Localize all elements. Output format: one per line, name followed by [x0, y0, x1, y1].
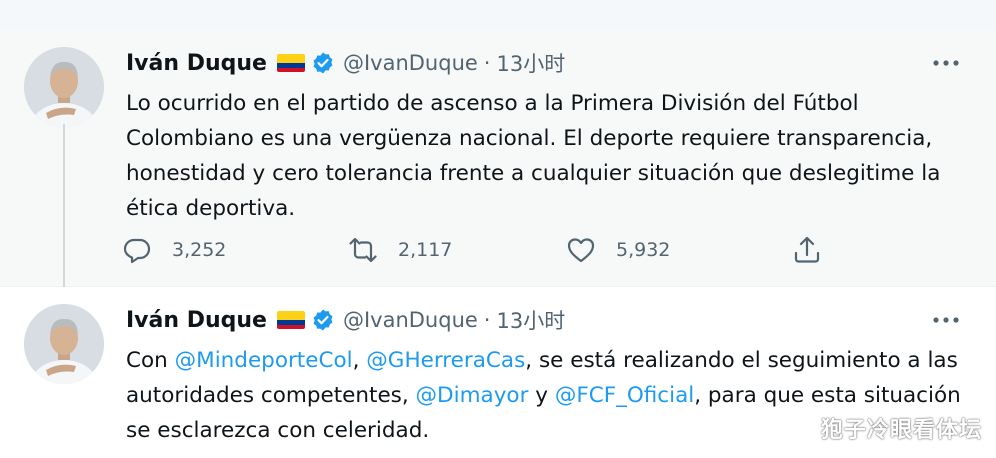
author-name[interactable]: Iván Duque — [126, 308, 267, 333]
tweet-text: Lo ocurrido en el partido de ascenso a l… — [126, 91, 941, 221]
text-segment: Con — [126, 348, 175, 373]
thread-line — [63, 124, 65, 294]
action-bar: 3,252 2,117 5,932 — [122, 230, 842, 270]
watermark: 狍子冷眼看体坛 — [820, 418, 982, 443]
like-count: 5,932 — [616, 239, 671, 261]
verified-badge-icon — [313, 309, 333, 331]
avatar[interactable] — [24, 47, 104, 127]
like-icon — [567, 238, 595, 263]
reply-count: 3,252 — [172, 239, 227, 261]
mention-link[interactable]: @FCF_Oficial — [555, 383, 694, 408]
retweet-button[interactable]: 2,117 — [348, 230, 452, 270]
reply-icon — [123, 238, 151, 264]
timestamp[interactable]: 13小时 — [496, 48, 565, 78]
reply-button[interactable]: 3,252 — [122, 230, 226, 270]
more-options-icon[interactable] — [932, 58, 960, 68]
share-icon — [794, 236, 820, 263]
separator: · — [483, 308, 491, 332]
text-segment: y — [528, 383, 555, 408]
tweet-header: Iván Duque @IvanDuque · 13小时 — [126, 46, 565, 80]
mention-link[interactable]: @Dimayor — [416, 383, 529, 408]
mention-link[interactable]: @GHerreraCas — [366, 348, 525, 373]
verified-badge-icon — [313, 52, 333, 74]
mention-link[interactable]: @MindeporteCol — [175, 348, 353, 373]
separator: · — [483, 51, 491, 75]
author-handle[interactable]: @IvanDuque — [343, 51, 478, 75]
retweet-icon — [349, 237, 377, 263]
text-segment: , — [352, 348, 367, 373]
share-button[interactable] — [792, 230, 822, 270]
tweet-header: Iván Duque @IvanDuque · 13小时 — [126, 303, 565, 337]
flag-colombia-icon — [276, 54, 305, 72]
like-button[interactable]: 5,932 — [566, 230, 670, 270]
author-name[interactable]: Iván Duque — [126, 51, 267, 76]
retweet-count: 2,117 — [398, 239, 453, 261]
more-options-icon[interactable] — [932, 315, 960, 325]
top-strip — [0, 0, 996, 30]
tweet-1[interactable]: Iván Duque @IvanDuque · 13小时 Lo ocurrido… — [0, 30, 996, 286]
flag-colombia-icon — [276, 311, 305, 329]
avatar[interactable] — [24, 304, 104, 384]
author-handle[interactable]: @IvanDuque — [343, 308, 478, 332]
timestamp[interactable]: 13小时 — [496, 305, 565, 335]
